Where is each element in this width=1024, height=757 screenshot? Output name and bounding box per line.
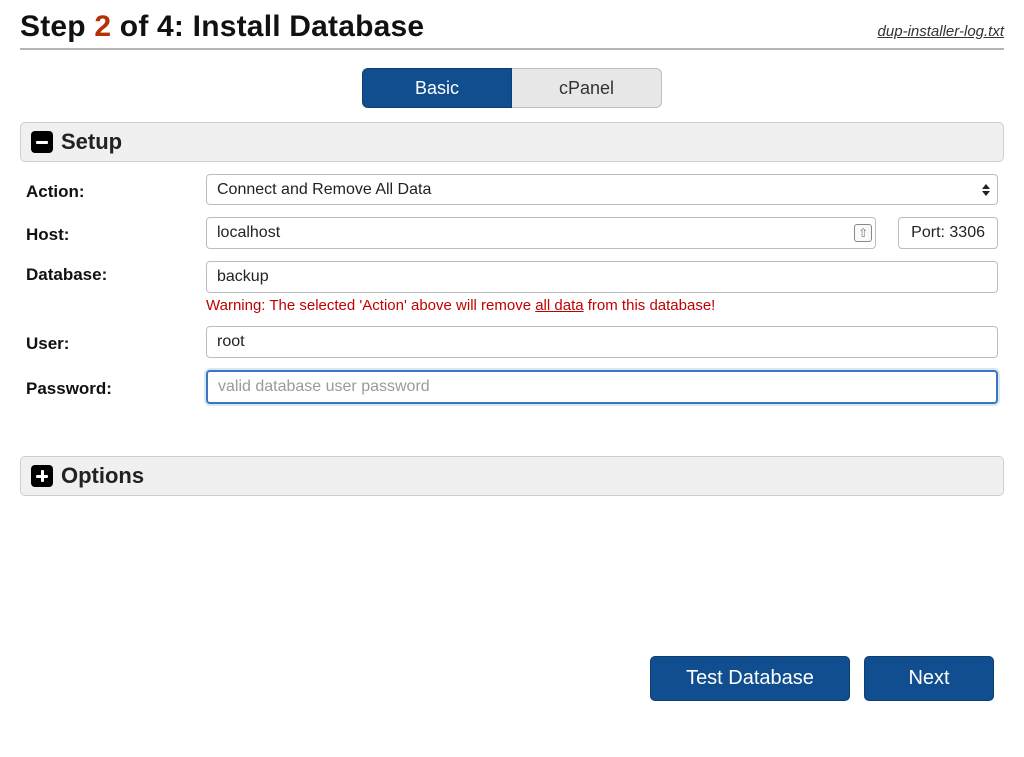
- setup-form: Action: Connect and Remove All Data Host…: [20, 174, 1004, 422]
- tab-basic[interactable]: Basic: [362, 68, 512, 108]
- step-prefix: Step: [20, 10, 86, 43]
- spacer: [20, 422, 1004, 456]
- header-row: Step 2 of 4: Install Database dup-instal…: [20, 10, 1004, 50]
- install-database-page: Step 2 of 4: Install Database dup-instal…: [0, 0, 1024, 731]
- host-input[interactable]: [206, 217, 876, 249]
- host-row: ⇧ Port: 3306: [206, 217, 998, 249]
- warning-post: from this database!: [584, 297, 716, 314]
- password-input[interactable]: [206, 370, 998, 404]
- row-action: Action: Connect and Remove All Data: [26, 174, 998, 205]
- user-input[interactable]: [206, 326, 998, 358]
- row-password: Password:: [26, 370, 998, 404]
- log-file-link[interactable]: dup-installer-log.txt: [878, 23, 1004, 40]
- row-host: Host: ⇧ Port: 3306: [26, 217, 998, 249]
- user-control-wrap: [206, 326, 998, 358]
- tab-group: Basic cPanel: [362, 68, 662, 108]
- row-database: Database: Warning: The selected 'Action'…: [26, 261, 998, 314]
- label-action: Action:: [26, 178, 206, 202]
- database-control-wrap: Warning: The selected 'Action' above wil…: [206, 261, 998, 314]
- tab-cpanel[interactable]: cPanel: [512, 68, 662, 108]
- section-options-header[interactable]: Options: [20, 456, 1004, 496]
- action-select[interactable]: Connect and Remove All Data: [206, 174, 998, 205]
- warning-link[interactable]: all data: [535, 297, 583, 314]
- next-button[interactable]: Next: [864, 656, 994, 701]
- test-database-button[interactable]: Test Database: [650, 656, 850, 701]
- page-title: Step 2 of 4: Install Database: [20, 10, 424, 44]
- port-button[interactable]: Port: 3306: [898, 217, 998, 249]
- step-of: of 4:: [120, 10, 184, 43]
- label-user: User:: [26, 330, 206, 354]
- collapse-icon: [31, 131, 53, 153]
- mode-tabs: Basic cPanel: [20, 68, 1004, 108]
- password-control-wrap: [206, 370, 998, 404]
- step-number: 2: [94, 10, 111, 43]
- select-caret-icon: [982, 184, 990, 196]
- row-user: User:: [26, 326, 998, 358]
- step-name: Install Database: [193, 10, 425, 43]
- section-setup-header[interactable]: Setup: [20, 122, 1004, 162]
- host-control-wrap: ⇧ Port: 3306: [206, 217, 998, 249]
- action-select-wrap: Connect and Remove All Data: [206, 174, 998, 205]
- section-options-label: Options: [61, 463, 144, 489]
- expand-icon: [31, 465, 53, 487]
- action-control-wrap: Connect and Remove All Data: [206, 174, 998, 205]
- label-host: Host:: [26, 221, 206, 245]
- database-input[interactable]: [206, 261, 998, 293]
- button-row: Test Database Next: [20, 656, 1004, 701]
- label-database: Database:: [26, 261, 206, 285]
- section-setup-label: Setup: [61, 129, 122, 155]
- label-password: Password:: [26, 375, 206, 399]
- database-warning: Warning: The selected 'Action' above wil…: [206, 297, 998, 314]
- warning-pre: Warning: The selected 'Action' above wil…: [206, 297, 535, 314]
